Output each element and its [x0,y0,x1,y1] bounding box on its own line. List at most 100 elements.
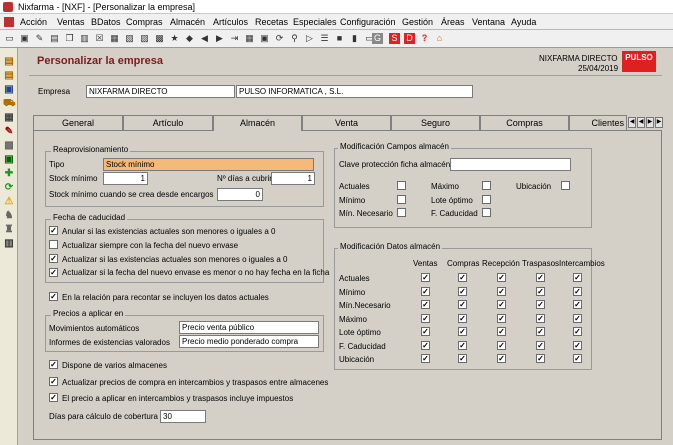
datos-checkbox-traspasos[interactable]: ✓ [536,286,545,296]
datos-checkbox-ventas[interactable]: ✓ [421,340,430,350]
menu-gestion[interactable]: Gestión [402,17,433,27]
tab-articulo[interactable]: Artículo [123,115,213,130]
datos-checkbox-intercambios[interactable]: ✓ [573,354,582,363]
datos-checkbox-ventas[interactable]: ✓ [421,286,430,296]
menu-especiales[interactable]: Especiales [293,17,337,27]
barcode-icon[interactable]: ▥ [3,238,15,250]
find-icon[interactable]: ▨ [139,33,150,44]
stop-icon[interactable]: ■ [334,33,345,44]
datos-checkbox-intercambios[interactable]: ✓ [573,313,582,323]
menu-recetas[interactable]: Recetas [255,17,288,27]
campo-minimo-checkbox[interactable] [397,195,406,204]
g-icon[interactable]: G [372,33,383,44]
star-icon[interactable]: ★ [169,33,180,44]
clave-field[interactable] [450,158,571,171]
campo-ubicacion-checkbox[interactable] [561,181,570,190]
s-icon[interactable]: S [389,33,400,44]
grid-icon[interactable]: ▦ [109,33,120,44]
print-icon[interactable]: ▤ [49,33,60,44]
tab-seguro[interactable]: Seguro [391,115,480,130]
tab-last-button[interactable]: ▶ [655,117,663,128]
datos-checkbox-recepcion[interactable]: ✓ [497,273,506,282]
table-icon[interactable]: ▦ [244,33,255,44]
datos-checkbox-ventas[interactable]: ✓ [421,354,430,363]
datos-checkbox-compras[interactable]: ✓ [458,300,467,309]
datos-checkbox-compras[interactable]: ✓ [458,313,467,323]
menu-ayuda[interactable]: Ayuda [511,17,536,27]
campo-maximo-checkbox[interactable] [482,181,491,190]
menu-articulos[interactable]: Artículos [213,17,248,27]
pen-icon[interactable]: ✎ [3,126,15,138]
sidebar-icon-7[interactable]: ▩ [3,140,15,152]
menu-bdatos[interactable]: BDatos [91,17,121,27]
datos-checkbox-traspasos[interactable]: ✓ [536,313,545,323]
empresa-name-field[interactable]: PULSO INFORMATICA , S.L. [236,85,473,98]
datos-checkbox-recepcion[interactable]: ✓ [497,327,506,336]
mdi-icon[interactable] [4,17,14,27]
campo-minnec-checkbox[interactable] [397,208,406,217]
impuestos-checkbox[interactable]: ✓ [49,393,58,402]
prev-icon[interactable]: ◀ [199,33,210,44]
inf-field[interactable]: Precio medio ponderado compra [179,335,319,348]
datos-checkbox-traspasos[interactable]: ✓ [536,273,545,282]
tab-first-button[interactable]: ◀ [628,117,636,128]
datos-checkbox-ventas[interactable]: ✓ [421,327,430,336]
campo-lote-checkbox[interactable] [482,195,491,204]
save-icon[interactable]: ▣ [19,33,30,44]
users-icon[interactable]: ♞ [3,210,15,222]
almacenes-checkbox[interactable]: ✓ [49,360,58,369]
menu-areas[interactable]: Áreas [441,17,465,27]
empresa-code-field[interactable]: NIXFARMA DIRECTO [86,85,235,98]
tab-prev-button[interactable]: ◀ [637,117,645,128]
refresh-icon[interactable]: ⟳ [274,33,285,44]
play-icon[interactable]: ▷ [304,33,315,44]
d-icon[interactable]: D [404,33,415,44]
caducidad-checkbox-4[interactable]: ✓ [49,268,58,277]
new-icon[interactable]: ▭ [4,33,15,44]
tab-venta[interactable]: Venta [302,115,391,130]
datos-checkbox-traspasos[interactable]: ✓ [536,354,545,363]
datos-checkbox-intercambios[interactable]: ✓ [573,300,582,309]
menu-configuracion[interactable]: Configuración [340,17,396,27]
menu-compras[interactable]: Compras [126,17,163,27]
copy-icon[interactable]: ❐ [64,33,75,44]
precios-compra-checkbox[interactable]: ✓ [49,377,58,386]
tipo-select[interactable]: Stock mínimo [103,158,314,171]
first-icon[interactable]: ◆ [184,33,195,44]
caducidad-checkbox-3[interactable]: ✓ [49,254,58,263]
datos-checkbox-compras[interactable]: ✓ [458,327,467,336]
datos-checkbox-traspasos[interactable]: ✓ [536,300,545,309]
datos-checkbox-compras[interactable]: ✓ [458,354,467,363]
tab-next-button[interactable]: ▶ [646,117,654,128]
caducidad-checkbox-2[interactable] [49,240,58,249]
cobertura-field[interactable]: 30 [160,410,206,423]
datos-checkbox-intercambios[interactable]: ✓ [573,327,582,336]
datos-checkbox-intercambios[interactable]: ✓ [573,286,582,296]
menu-accion[interactable]: Acción [20,17,47,27]
tab-clientes[interactable]: Clientes [569,115,627,130]
campo-actuales-checkbox[interactable] [397,181,406,190]
datos-checkbox-intercambios[interactable]: ✓ [573,340,582,350]
datos-checkbox-recepcion[interactable]: ✓ [497,313,506,323]
datos-checkbox-ventas[interactable]: ✓ [421,273,430,282]
tab-compras[interactable]: Compras [480,115,569,130]
sidebar-icon-3[interactable]: ▣ [3,84,15,96]
recontar-checkbox[interactable]: ✓ [49,292,58,301]
book-icon[interactable]: ▩ [154,33,165,44]
sidebar-icon-13[interactable]: ♜ [3,224,15,236]
caducidad-checkbox-1[interactable]: ✓ [49,226,58,235]
cart-icon[interactable]: ⛟ [3,98,16,110]
sidebar-icon-8[interactable]: ▣ [3,154,15,166]
datos-checkbox-recepcion[interactable]: ✓ [497,286,506,296]
help-icon[interactable]: ? [419,33,430,44]
dias-field[interactable]: 1 [271,172,315,185]
campo-fcad-checkbox[interactable] [482,208,491,217]
datos-checkbox-ventas[interactable]: ✓ [421,313,430,323]
datos-checkbox-compras[interactable]: ✓ [458,273,467,282]
sidebar-icon-1[interactable]: ▤ [3,56,15,68]
stock-min-field[interactable]: 1 [103,172,148,185]
warning-icon[interactable]: ⚠ [3,196,15,208]
calc-icon[interactable]: ▣ [259,33,270,44]
menu-ventas[interactable]: Ventas [57,17,85,27]
datos-checkbox-recepcion[interactable]: ✓ [497,300,506,309]
